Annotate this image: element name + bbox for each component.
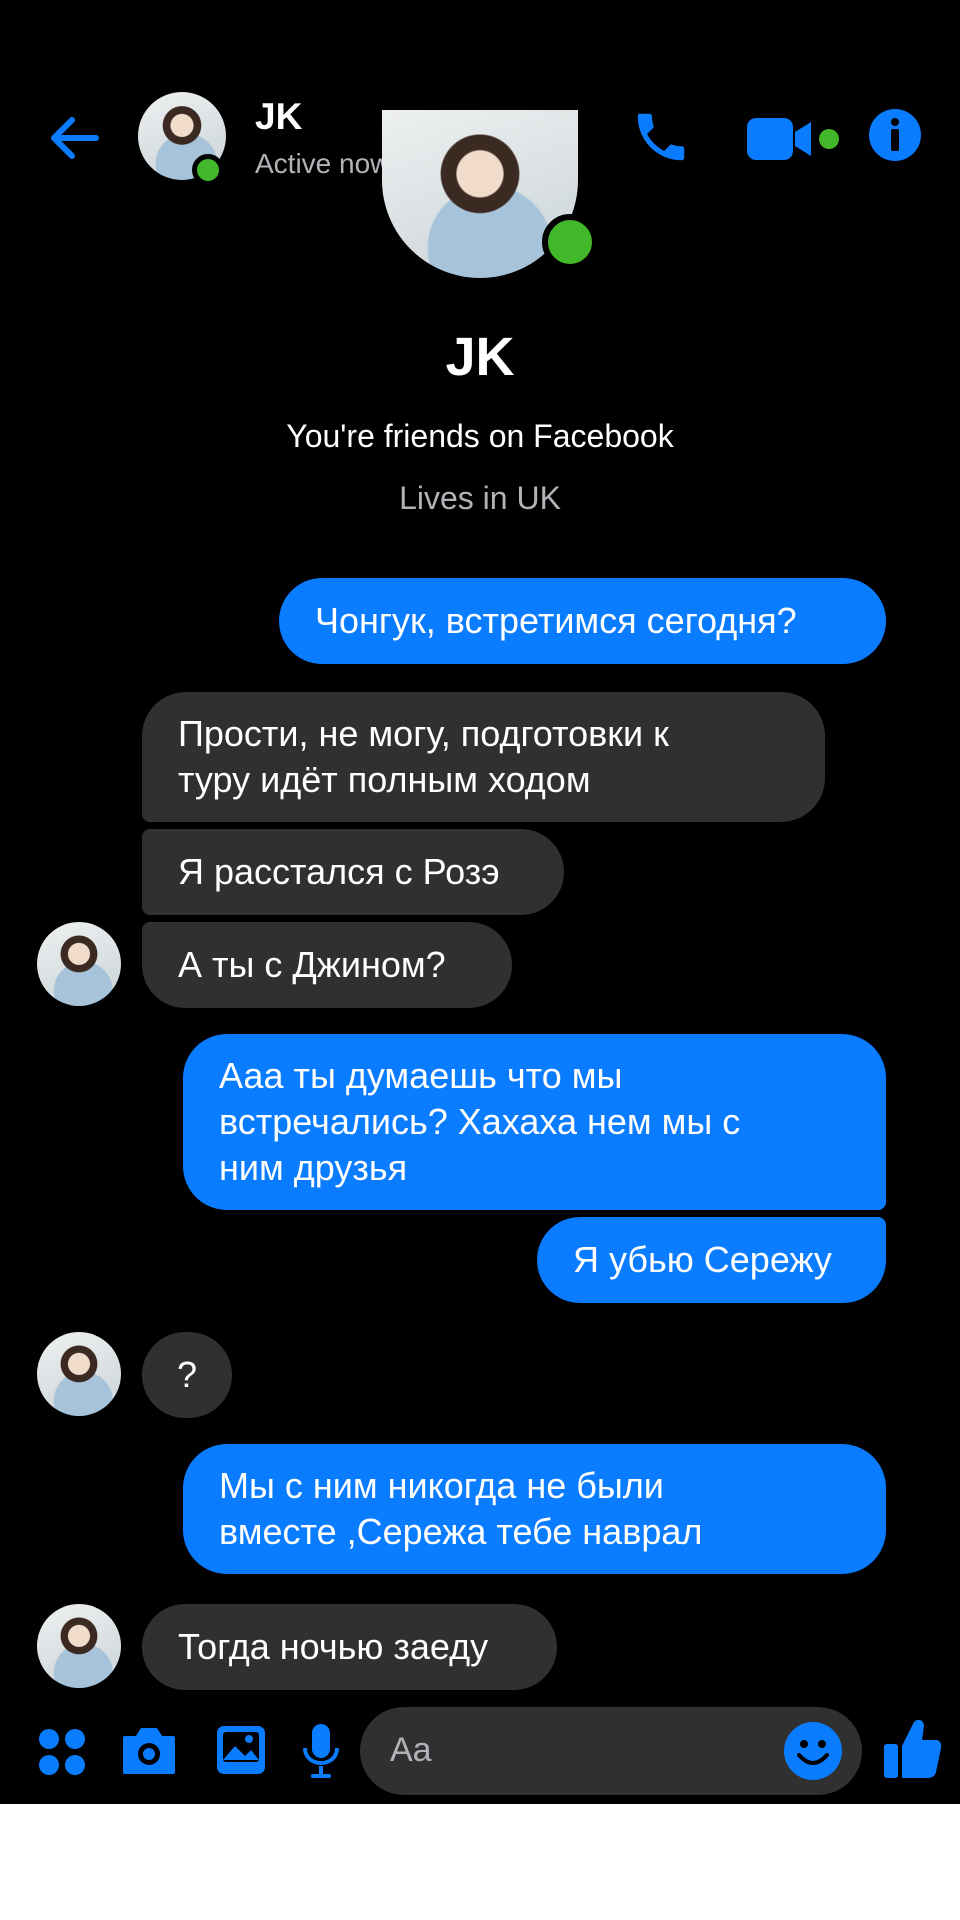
message-outgoing[interactable]: Ааа ты думаешь что мы встречались? Хахах… bbox=[183, 1034, 886, 1210]
message-composer[interactable]: Aa bbox=[360, 1707, 862, 1795]
message-text: Тогда ночью заеду bbox=[178, 1626, 489, 1667]
message-incoming[interactable]: Тогда ночью заеду bbox=[142, 1604, 557, 1690]
profile-online-indicator bbox=[542, 214, 598, 270]
location-text: Lives in UK bbox=[399, 480, 561, 516]
phone-icon[interactable] bbox=[630, 106, 692, 168]
microphone-icon[interactable] bbox=[301, 1722, 341, 1780]
thumbs-up-icon[interactable] bbox=[882, 1716, 942, 1780]
contact-name[interactable]: JK bbox=[255, 96, 302, 138]
friends-status-text: You're friends on Facebook bbox=[286, 418, 674, 454]
image-icon[interactable] bbox=[215, 1724, 267, 1776]
profile-name: JK bbox=[445, 327, 515, 387]
online-indicator bbox=[192, 154, 224, 186]
blank-area bbox=[0, 1804, 960, 1920]
contact-avatar-small[interactable] bbox=[37, 1604, 121, 1688]
message-text: Прости, не могу, подготовки к туру идёт … bbox=[178, 713, 669, 800]
message-text: ? bbox=[176, 1354, 198, 1395]
message-text: Я расстался с Розэ bbox=[178, 851, 500, 892]
composer-placeholder[interactable]: Aa bbox=[390, 1731, 432, 1770]
message-text: Чонгук, встретимся сегодня? bbox=[315, 600, 797, 641]
smiley-icon[interactable] bbox=[783, 1721, 843, 1781]
message-incoming[interactable]: ? bbox=[142, 1332, 232, 1418]
message-incoming[interactable]: А ты с Джином? bbox=[142, 922, 512, 1008]
message-outgoing[interactable]: Чонгук, встретимся сегодня? bbox=[279, 578, 886, 664]
active-status: Active now bbox=[255, 148, 391, 179]
message-text: Ааа ты думаешь что мы встречались? Хахах… bbox=[219, 1055, 741, 1188]
video-camera-icon[interactable] bbox=[745, 114, 841, 164]
camera-icon[interactable] bbox=[121, 1726, 177, 1776]
contact-avatar-small[interactable] bbox=[37, 1332, 121, 1416]
four-dots-icon[interactable] bbox=[38, 1728, 86, 1776]
message-text: Мы с ним никогда не были вместе ,Сережа … bbox=[219, 1465, 703, 1552]
message-text: Я убью Сережу bbox=[573, 1239, 832, 1280]
contact-avatar-small[interactable] bbox=[37, 922, 121, 1006]
message-outgoing[interactable]: Мы с ним никогда не были вместе ,Сережа … bbox=[183, 1444, 886, 1574]
chat-screen: JK Active now JK You're friends on Faceb… bbox=[0, 0, 960, 1804]
back-arrow-icon[interactable] bbox=[44, 108, 104, 168]
info-icon[interactable] bbox=[868, 108, 922, 162]
message-outgoing[interactable]: Я убью Сережу bbox=[537, 1217, 886, 1303]
message-incoming[interactable]: Прости, не могу, подготовки к туру идёт … bbox=[142, 692, 825, 822]
message-text: А ты с Джином? bbox=[178, 944, 446, 985]
message-incoming[interactable]: Я расстался с Розэ bbox=[142, 829, 564, 915]
